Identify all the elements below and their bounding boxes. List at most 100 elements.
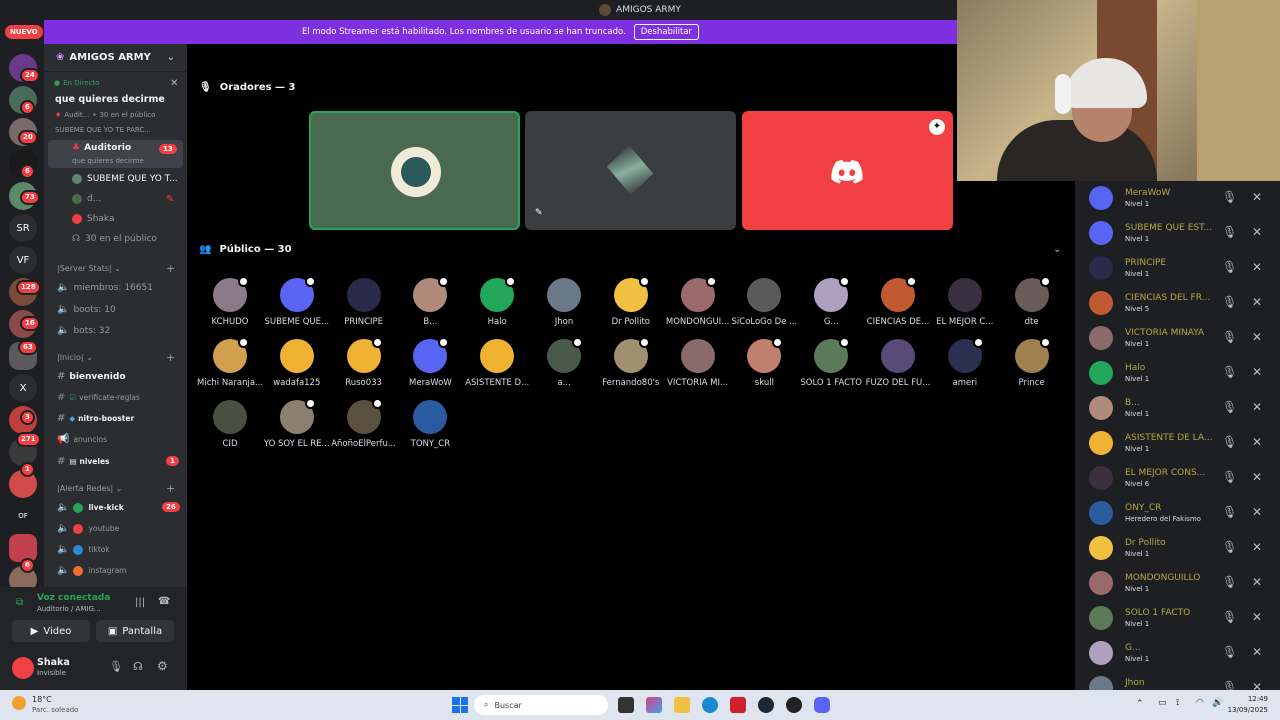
disconnect-icon[interactable]: ☎	[158, 596, 170, 607]
weather-temp[interactable]: 18°C	[32, 695, 52, 704]
audience-member[interactable]: Fernando80's	[598, 337, 664, 388]
stat-channel[interactable]: 🔈 bots: 32	[57, 325, 110, 336]
category-server-stats[interactable]: |Server Stats| ⌄	[57, 264, 121, 273]
user-name[interactable]: Shaka	[37, 657, 70, 668]
remove-speaker-icon[interactable]: ✕	[1252, 190, 1262, 204]
remove-speaker-icon[interactable]: ✕	[1252, 365, 1262, 379]
add-channel-icon[interactable]: +	[166, 482, 175, 495]
screen-share-button[interactable]: ▣ Pantalla	[96, 620, 174, 642]
remove-speaker-icon[interactable]: ✕	[1252, 435, 1262, 449]
mic-icon[interactable]: 🎙	[1222, 505, 1237, 519]
search-box[interactable]: ⌕ Buscar	[474, 695, 608, 715]
stage-member[interactable]: SUBEME QUE YO T...	[72, 174, 178, 184]
steam-icon[interactable]	[758, 697, 774, 713]
close-icon[interactable]: ✕	[170, 78, 178, 89]
mic-icon[interactable]: 🎙	[1222, 330, 1237, 344]
headphones-icon[interactable]: ☊	[133, 660, 143, 673]
audience-member[interactable]: G...	[798, 276, 864, 327]
wifi-icon[interactable]: ◠	[1196, 698, 1204, 708]
speaker-row[interactable]: Halo Nivel 1 🎙 ✕	[1075, 356, 1280, 391]
server-icon-vf[interactable]: VF	[9, 246, 37, 274]
mic-icon[interactable]: 🎙	[1222, 365, 1237, 379]
obs-icon[interactable]	[786, 697, 802, 713]
audience-member[interactable]: Halo	[464, 276, 530, 327]
mic-icon[interactable]: 🎙	[1222, 225, 1237, 239]
voice-channel[interactable]: Auditorio / AMIG...	[37, 605, 101, 613]
audience-member[interactable]: Michi Naranja...	[197, 337, 263, 388]
audience-member[interactable]: Prince	[999, 337, 1065, 388]
tray-chevron-icon[interactable]: ⌃	[1136, 699, 1144, 709]
audience-member[interactable]: SOLO 1 FACTO	[798, 337, 864, 388]
audience-member[interactable]: PRINCIPE	[331, 278, 397, 327]
audience-member[interactable]: MeraWoW	[397, 337, 463, 388]
stage-channel[interactable]: ♣ Auditorio	[72, 143, 131, 153]
audience-member[interactable]: Jhon	[531, 278, 597, 327]
channel-verificate[interactable]: # ☑ verificate-reglas	[57, 392, 140, 403]
server-header[interactable]: ❀ AMIGOS ARMY ⌄	[44, 44, 187, 72]
speaker-row[interactable]: ASISTENTE DE LA... Nivel 1 🎙 ✕	[1075, 426, 1280, 461]
audience-member[interactable]: Ruso033	[331, 337, 397, 388]
audience-member[interactable]: ASISTENTE D...	[464, 339, 530, 388]
mic-icon[interactable]: 🎙	[1222, 190, 1237, 204]
speaker-row[interactable]: B... Nivel 1 🎙 ✕	[1075, 391, 1280, 426]
settings-gear-icon[interactable]: ⚙	[157, 659, 168, 673]
channel-instagram[interactable]: 🔈 instagram	[57, 565, 126, 576]
remove-speaker-icon[interactable]: ✕	[1252, 295, 1262, 309]
remove-speaker-icon[interactable]: ✕	[1252, 225, 1262, 239]
start-button[interactable]	[452, 697, 468, 713]
speaker-row[interactable]: ONY_CR Heredero del Fakismo 🎙 ✕	[1075, 496, 1280, 531]
mic-icon[interactable]: 🎙	[1222, 400, 1237, 414]
audience-member[interactable]: TONY_CR	[397, 400, 463, 449]
category-inicio[interactable]: |Inicio| ⌄	[57, 353, 93, 362]
add-channel-icon[interactable]: +	[166, 351, 175, 364]
speaker-row[interactable]: MONDONGUILLO Nivel 1 🎙 ✕	[1075, 566, 1280, 601]
speaker-tile[interactable]	[309, 111, 520, 230]
audience-member[interactable]: KCHUDO	[197, 276, 263, 327]
speaker-row[interactable]: G... Nivel 1 🎙 ✕	[1075, 636, 1280, 671]
speaker-row[interactable]: EL MEJOR CONS... Nivel 6 🎙 ✕	[1075, 461, 1280, 496]
audience-member[interactable]: ameri	[932, 337, 998, 388]
channel-niveles[interactable]: # ▤ niveles	[57, 456, 110, 467]
mic-icon[interactable]: 🎙	[1222, 435, 1237, 449]
audience-member[interactable]: dte	[999, 276, 1065, 327]
speaker-tile[interactable]: ✎	[525, 111, 736, 230]
mic-icon[interactable]: 🎙	[109, 660, 123, 673]
weather-icon[interactable]	[12, 696, 26, 710]
mic-icon[interactable]: 🎙	[1222, 645, 1237, 659]
audience-member[interactable]: MONDONGUI...	[665, 276, 731, 327]
speaker-tile[interactable]: ✦	[742, 111, 953, 230]
discord-taskbar-icon[interactable]	[814, 697, 830, 713]
remove-speaker-icon[interactable]: ✕	[1252, 470, 1262, 484]
stat-channel[interactable]: 🔈 boots: 10	[57, 304, 116, 315]
clock-time[interactable]: 12:49	[1228, 695, 1268, 703]
audience-member[interactable]: SUBEME QUE...	[264, 276, 330, 327]
audience-member[interactable]: EL MEJOR C...	[932, 278, 998, 327]
chevron-down-icon[interactable]: ⌄	[1053, 244, 1061, 255]
audience-member[interactable]: CID	[197, 400, 263, 449]
speaker-row[interactable]: PRINCIPE Nivel 1 🎙 ✕	[1075, 251, 1280, 286]
audience-member[interactable]: CIENCIAS DE...	[865, 276, 931, 327]
audience-member[interactable]: Dr Pollito	[598, 276, 664, 327]
remove-speaker-icon[interactable]: ✕	[1252, 540, 1262, 554]
server-icon[interactable]	[9, 534, 37, 562]
mic-icon[interactable]: 🎙	[1222, 540, 1237, 554]
channel-tiktok[interactable]: 🔈 tiktok	[57, 544, 110, 555]
audience-member[interactable]: a...	[531, 337, 597, 388]
speaker-row[interactable]: MeraWoW Nivel 1 🎙 ✕	[1075, 181, 1280, 216]
speaker-row[interactable]: SOLO 1 FACTO Nivel 1 🎙 ✕	[1075, 601, 1280, 636]
speaker-row[interactable]: SUBEME QUE EST... Nivel 1 🎙 ✕	[1075, 216, 1280, 251]
channel-live-kick[interactable]: 🔈 live-kick	[57, 502, 124, 513]
clock-date[interactable]: 13/09/2025	[1222, 706, 1268, 714]
speaker-row[interactable]: VICTORIA MINAYA Nivel 1 🎙 ✕	[1075, 321, 1280, 356]
remove-speaker-icon[interactable]: ✕	[1252, 575, 1262, 589]
channel-youtube[interactable]: 🔈 youtube	[57, 523, 119, 534]
task-view-icon[interactable]	[618, 697, 634, 713]
audience-member[interactable]: SiCoLoGo De ...	[731, 278, 797, 327]
file-explorer-icon[interactable]	[674, 697, 690, 713]
audience-member[interactable]: FUZO DEL FU...	[865, 339, 931, 388]
server-icon-sr[interactable]: SR	[9, 214, 37, 242]
tray-app-icon[interactable]: ▭	[1158, 698, 1167, 708]
audience-member[interactable]: B...	[397, 276, 463, 327]
server-icon-of[interactable]: OF	[9, 502, 37, 530]
remove-speaker-icon[interactable]: ✕	[1252, 610, 1262, 624]
